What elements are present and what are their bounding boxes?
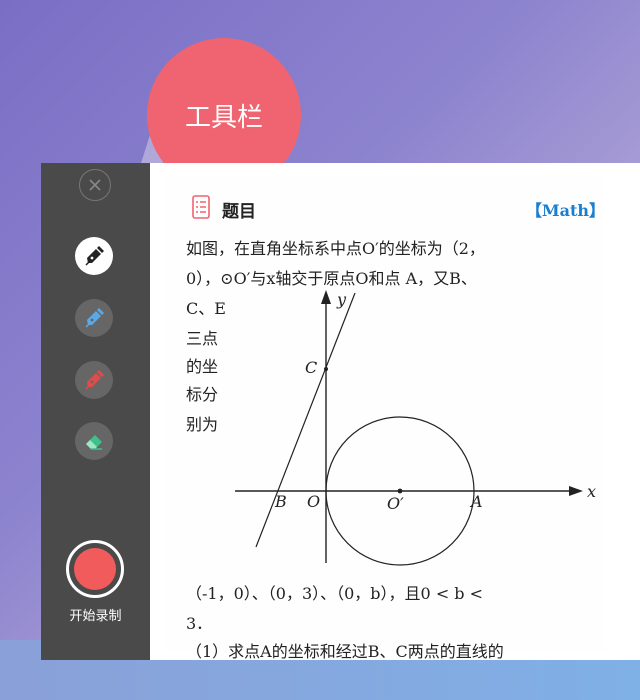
record-button[interactable] bbox=[66, 540, 124, 598]
question-line-9: 3． bbox=[186, 614, 213, 633]
label-a: A bbox=[469, 492, 483, 511]
point-c bbox=[324, 367, 328, 371]
label-o-prime: O′ bbox=[387, 494, 404, 513]
question-card: 题目 【Math】 如图，在直角坐标系中点O′的坐标为（2， 0），⊙O′与x轴… bbox=[165, 177, 605, 660]
close-icon bbox=[89, 179, 101, 191]
question-panel: 题目 【Math】 如图，在直角坐标系中点O′的坐标为（2， 0），⊙O′与x轴… bbox=[150, 163, 640, 660]
record-icon bbox=[74, 548, 116, 590]
question-line-8: （-1，0）、（0，3）、（0，b），且0 < b < bbox=[186, 584, 484, 603]
geometry-figure: y x C B O O′ A bbox=[235, 290, 596, 566]
callout-label: 工具栏 bbox=[184, 102, 263, 133]
record-label: 开始录制 bbox=[69, 609, 122, 624]
side-toolbar: 开始录制 bbox=[41, 163, 150, 660]
black-pen-button[interactable] bbox=[75, 237, 113, 275]
label-c: C bbox=[305, 358, 317, 377]
close-button[interactable] bbox=[79, 169, 111, 201]
label-y: y bbox=[336, 290, 347, 309]
pen-icon bbox=[85, 246, 104, 266]
y-axis-arrow bbox=[321, 290, 331, 304]
label-o: O bbox=[307, 492, 320, 511]
label-x: x bbox=[587, 482, 596, 501]
label-b: B bbox=[274, 492, 287, 511]
red-pen-button[interactable] bbox=[75, 361, 113, 399]
blue-pen-button[interactable] bbox=[75, 299, 113, 337]
center-point bbox=[397, 488, 403, 494]
line-bc bbox=[255, 292, 356, 548]
eraser-button[interactable] bbox=[75, 422, 113, 460]
question-line-10: （1）求点A的坐标和经过B、C两点的直线的 bbox=[186, 642, 504, 660]
pen-icon bbox=[85, 308, 104, 328]
x-axis-arrow bbox=[569, 486, 583, 496]
pen-icon bbox=[85, 370, 104, 390]
eraser-icon bbox=[86, 435, 102, 450]
